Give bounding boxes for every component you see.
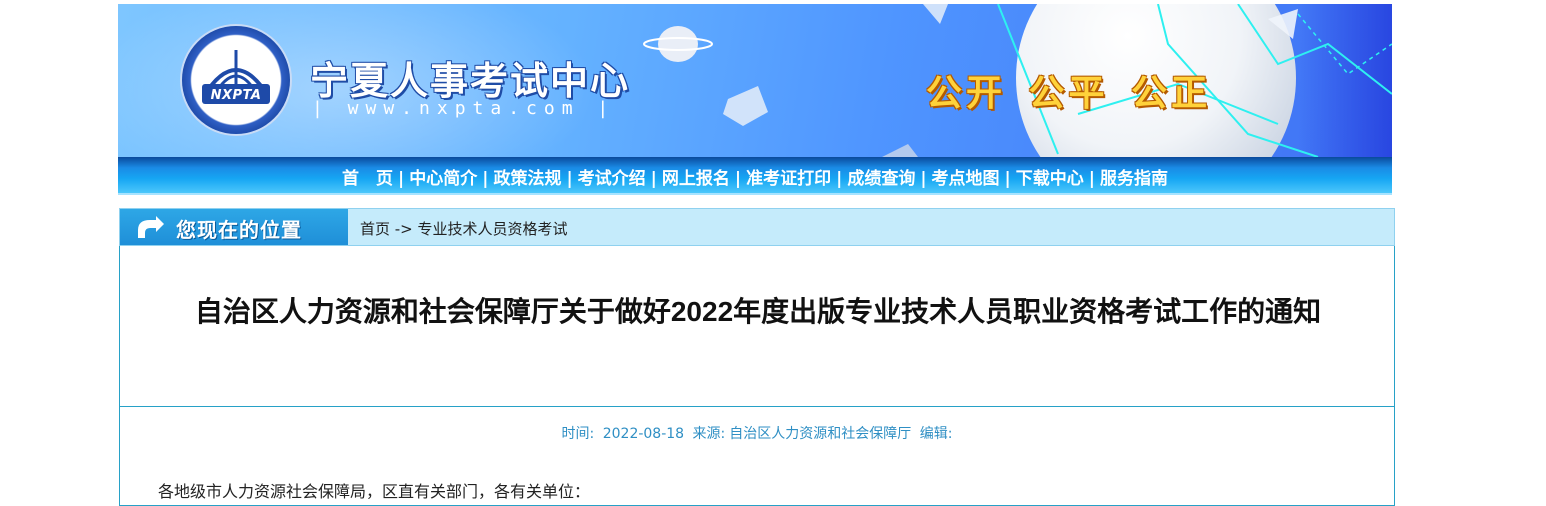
article-first-line: 各地级市人力资源社会保障局，区直有关部门，各有关单位： <box>158 482 591 501</box>
main-nav-items: 首 页 | 中心简介 | 政策法规 | 考试介绍 | 网上报名 | 准考证打印 | 成绩查询 | 考点地图 |… <box>342 164 1168 189</box>
logo-text: NXPTA <box>210 88 262 103</box>
breadcrumb[interactable]: 首页 -> 专业技术人员资格考试 <box>360 218 568 239</box>
nav-separator: | <box>920 169 927 189</box>
nav-separator: | <box>1088 169 1095 189</box>
nav-separator: | <box>650 169 657 189</box>
meta-source-label: 来源: <box>692 426 726 442</box>
nav-separator: | <box>482 169 489 189</box>
main-nav: 首 页 | 中心简介 | 政策法规 | 考试介绍 | 网上报名 | 准考证打印 | 成绩查询 | 考点地图 |… <box>118 157 1392 195</box>
article-meta: 时间: 2022-08-18 来源: 自治区人力资源和社会保障厅 编辑: <box>120 423 1394 443</box>
meta-time-label: 时间: <box>561 426 595 442</box>
page: NXPTA 宁夏人事考试中心 | www.nxpta.com | 公开 公平 公… <box>0 0 1546 506</box>
nav-separator: | <box>398 169 405 189</box>
nav-admission-ticket[interactable]: 准考证打印 <box>746 169 831 188</box>
nav-home[interactable]: 首 页 <box>342 169 393 188</box>
site-title: 宁夏人事考试中心 <box>310 58 631 103</box>
nav-separator: | <box>734 169 742 189</box>
meta-source-value: 自治区人力资源和社会保障厅 <box>729 426 912 442</box>
nav-separator: | <box>836 169 843 189</box>
nav-downloads[interactable]: 下载中心 <box>1016 169 1084 188</box>
nav-service-guide[interactable]: 服务指南 <box>1100 169 1168 188</box>
nav-policies[interactable]: 政策法规 <box>493 169 561 188</box>
title-divider <box>120 406 1394 407</box>
nav-separator: | <box>566 169 573 189</box>
nxpta-logo: NXPTA <box>182 26 290 134</box>
nav-online-registration[interactable]: 网上报名 <box>662 169 730 188</box>
location-label: 您现在的位置 <box>176 218 302 242</box>
nav-exam-map[interactable]: 考点地图 <box>932 169 1000 188</box>
nav-exam-intro[interactable]: 考试介绍 <box>578 169 646 188</box>
article-title: 自治区人力资源和社会保障厅关于做好2022年度出版专业技术人员职业资格考试工作的… <box>194 296 1322 327</box>
nav-about[interactable]: 中心简介 <box>409 169 477 188</box>
banner-slogan: 公开 公平 公正 <box>926 73 1212 114</box>
nav-score-query[interactable]: 成绩查询 <box>847 169 915 188</box>
location-label-box: 您现在的位置 <box>120 209 348 245</box>
meta-editor-label: 编辑: <box>919 426 953 442</box>
logo-emblem-icon <box>202 50 270 104</box>
site-banner: NXPTA 宁夏人事考试中心 | www.nxpta.com | 公开 公平 公… <box>118 4 1392 157</box>
meta-time-value: 2022-08-18 <box>602 426 685 442</box>
nav-separator: | <box>1004 169 1011 189</box>
location-bar: 您现在的位置 首页 -> 专业技术人员资格考试 <box>119 208 1395 246</box>
article-panel: 自治区人力资源和社会保障厅关于做好2022年度出版专业技术人员职业资格考试工作的… <box>119 246 1395 506</box>
site-url: | www.nxpta.com | <box>312 98 616 119</box>
location-arrow-icon <box>138 216 164 238</box>
